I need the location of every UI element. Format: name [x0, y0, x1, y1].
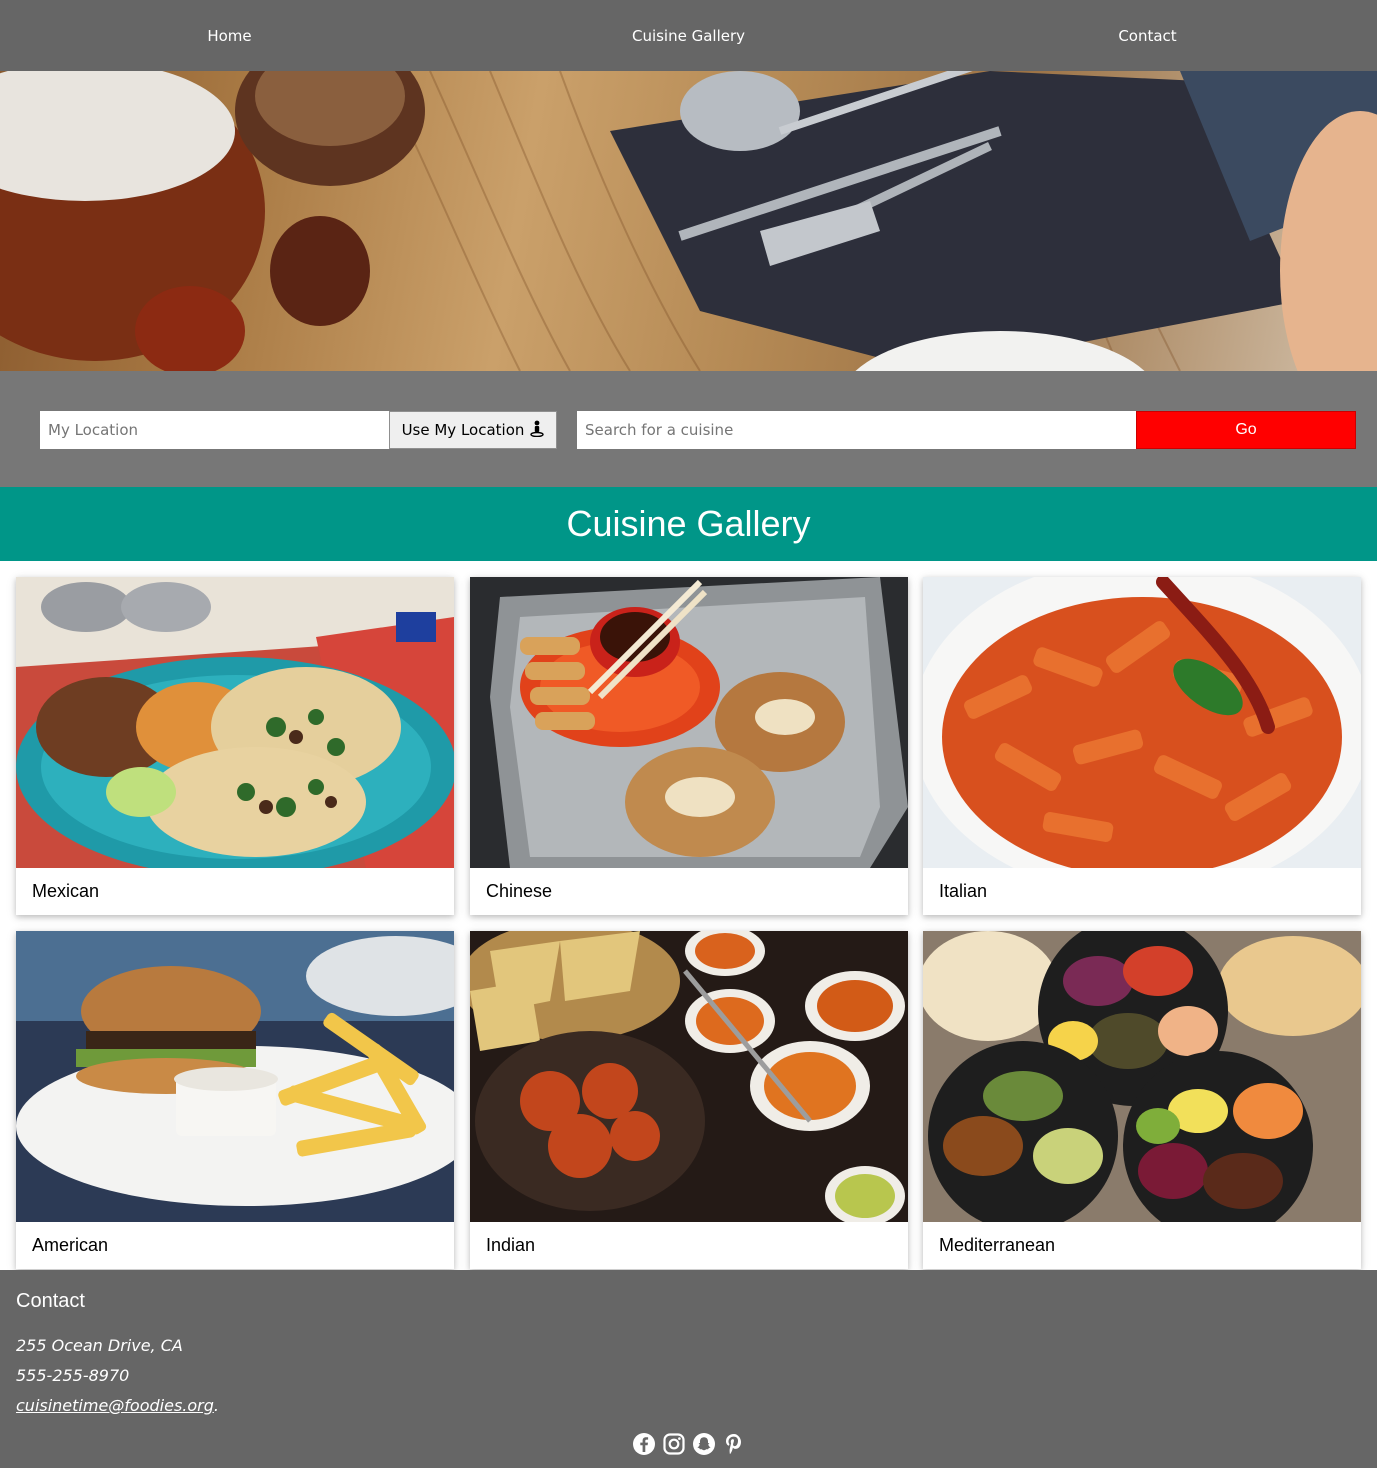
nav-home-link[interactable]: Home [0, 0, 459, 71]
cuisine-card-chinese[interactable]: Chinese [470, 577, 908, 915]
cuisine-card-label: Chinese [486, 881, 553, 901]
footer-email-suffix: . [213, 1396, 219, 1415]
snapchat-icon[interactable] [692, 1432, 716, 1456]
italian-food-image [923, 577, 1361, 868]
cuisine-card-label: Indian [486, 1235, 536, 1255]
cuisine-card-american[interactable]: American [16, 931, 454, 1269]
indian-food-image [470, 931, 908, 1222]
cuisine-card-label: Italian [939, 881, 988, 901]
cuisine-card-label: Mediterranean [939, 1235, 1056, 1255]
cuisine-card-indian[interactable]: Indian [470, 931, 908, 1269]
footer-title: Contact [16, 1290, 85, 1312]
instagram-icon[interactable] [662, 1432, 686, 1456]
cuisine-card-label: American [32, 1235, 109, 1255]
nav-cuisine-gallery-link[interactable]: Cuisine Gallery [459, 0, 918, 71]
pinterest-icon[interactable] [722, 1432, 746, 1456]
chinese-food-image [470, 577, 908, 868]
footer-email-link[interactable]: cuisinetime@foodies.org [16, 1396, 214, 1415]
social-links [0, 1432, 1377, 1456]
mediterranean-food-image [923, 931, 1361, 1222]
gallery-title: Cuisine Gallery [566, 503, 811, 544]
street-view-icon [530, 420, 545, 441]
use-my-location-button[interactable]: Use My Location [389, 411, 557, 449]
facebook-icon[interactable] [632, 1432, 656, 1456]
cuisine-search-input[interactable] [577, 411, 1137, 449]
cuisine-card-mexican[interactable]: Mexican [16, 577, 454, 915]
footer-email-line: cuisinetime@foodies.org. [16, 1396, 219, 1415]
footer-address: 255 Ocean Drive, CA [16, 1336, 183, 1355]
location-input[interactable] [40, 411, 390, 449]
footer-phone: 555-255-8970 [16, 1366, 130, 1385]
gallery-header: Cuisine Gallery [0, 487, 1377, 561]
footer: Contact 255 Ocean Drive, CA 555-255-8970… [0, 1270, 1377, 1468]
american-food-image [16, 931, 454, 1222]
mexican-food-image [16, 577, 454, 868]
cuisine-card-italian[interactable]: Italian [923, 577, 1361, 915]
search-bar: Use My Location Go [0, 371, 1377, 487]
nav-contact-link[interactable]: Contact [918, 0, 1377, 71]
hero-image [0, 71, 1377, 371]
cuisine-card-mediterranean[interactable]: Mediterranean [923, 931, 1361, 1269]
cuisine-card-label: Mexican [32, 881, 100, 901]
top-nav: Home Cuisine Gallery Contact [0, 0, 1377, 71]
go-button[interactable]: Go [1136, 411, 1356, 449]
use-my-location-label: Use My Location [401, 421, 525, 439]
